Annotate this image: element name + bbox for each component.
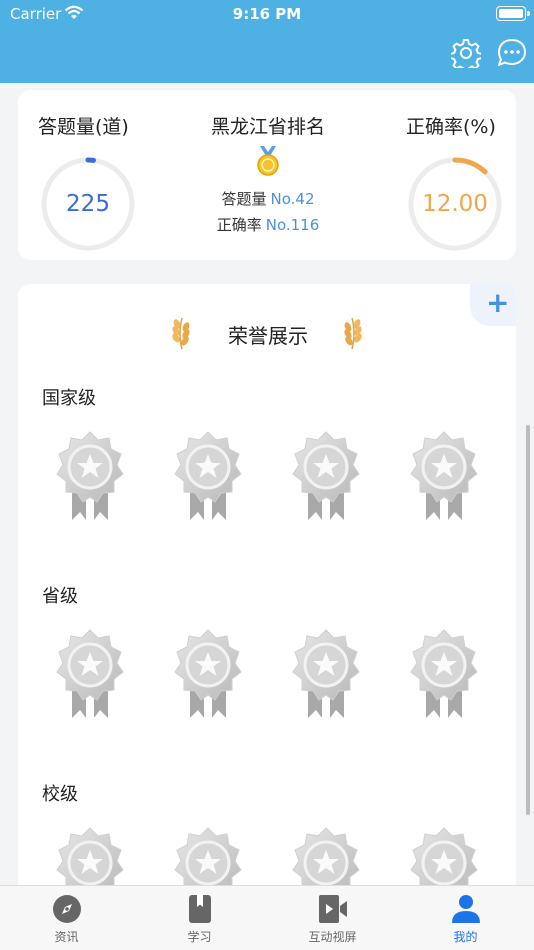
accuracy-title: 正确率(%) [406,116,496,138]
tab-mine-label: 我的 [453,930,478,944]
status-bar: Carrier 9:16 PM [0,0,534,28]
questions-value: 225 [66,191,110,217]
ranking-questions-line: 答题量 No.42 [168,188,368,209]
app-header: Carrier 9:16 PM [0,0,534,83]
scrollbar[interactable] [526,425,530,815]
tab-study[interactable]: 学习 [133,886,266,950]
tab-bar: 资讯 学习 互动视屏 我的 [0,885,534,950]
tab-video-label: 互动视屏 [308,930,357,944]
plus-icon: + [486,286,510,319]
level-title-school: 校级 [42,784,78,805]
video-icon [319,895,347,923]
honor-title: 荣誉展示 [228,324,308,348]
battery-icon [496,6,530,21]
ranking-accuracy-rank: No.116 [265,216,320,234]
accuracy-value: 12.00 [422,191,488,217]
tab-news[interactable]: 资讯 [0,886,133,950]
tab-study-label: 学习 [187,930,212,944]
status-time: 9:16 PM [232,5,302,23]
ranking-accuracy-line: 正确率 No.116 [168,214,368,235]
ranking-questions-rank: No.42 [270,190,315,208]
tab-news-label: 资讯 [54,930,79,944]
medal-icon[interactable] [288,628,364,720]
medal-icon[interactable] [406,430,482,522]
medal-icon[interactable] [170,430,246,522]
gold-medal-icon [257,146,279,176]
ranking-title: 黑龙江省排名 [210,116,325,138]
stats-card: 答题量(道) 225 黑龙江省排名 答题量 No.42 正确率 No.116 正确率… [18,90,516,260]
medal-icon[interactable] [170,628,246,720]
add-honor-button[interactable]: + [470,284,516,326]
tab-mine[interactable]: 我的 [399,886,532,950]
gear-icon[interactable] [451,38,481,68]
chat-bubble-icon[interactable] [497,38,527,68]
ranking-accuracy-label: 正确率 [216,216,262,234]
level-title-provincial: 省级 [42,586,78,607]
medal-icon[interactable] [288,430,364,522]
medal-icon[interactable] [52,430,128,522]
level-title-national: 国家级 [42,388,96,409]
book-icon [189,895,211,923]
medal-icon[interactable] [406,628,482,720]
medal-icon[interactable] [52,628,128,720]
honor-card: + 荣誉展示 国家级 省级 校级 [18,284,516,934]
compass-icon [53,895,81,923]
questions-title: 答题量(道) [38,116,129,138]
wheat-right-icon [342,317,365,350]
person-icon [452,895,480,923]
ranking-questions-label: 答题量 [221,190,267,208]
tab-video[interactable]: 互动视屏 [266,886,399,950]
